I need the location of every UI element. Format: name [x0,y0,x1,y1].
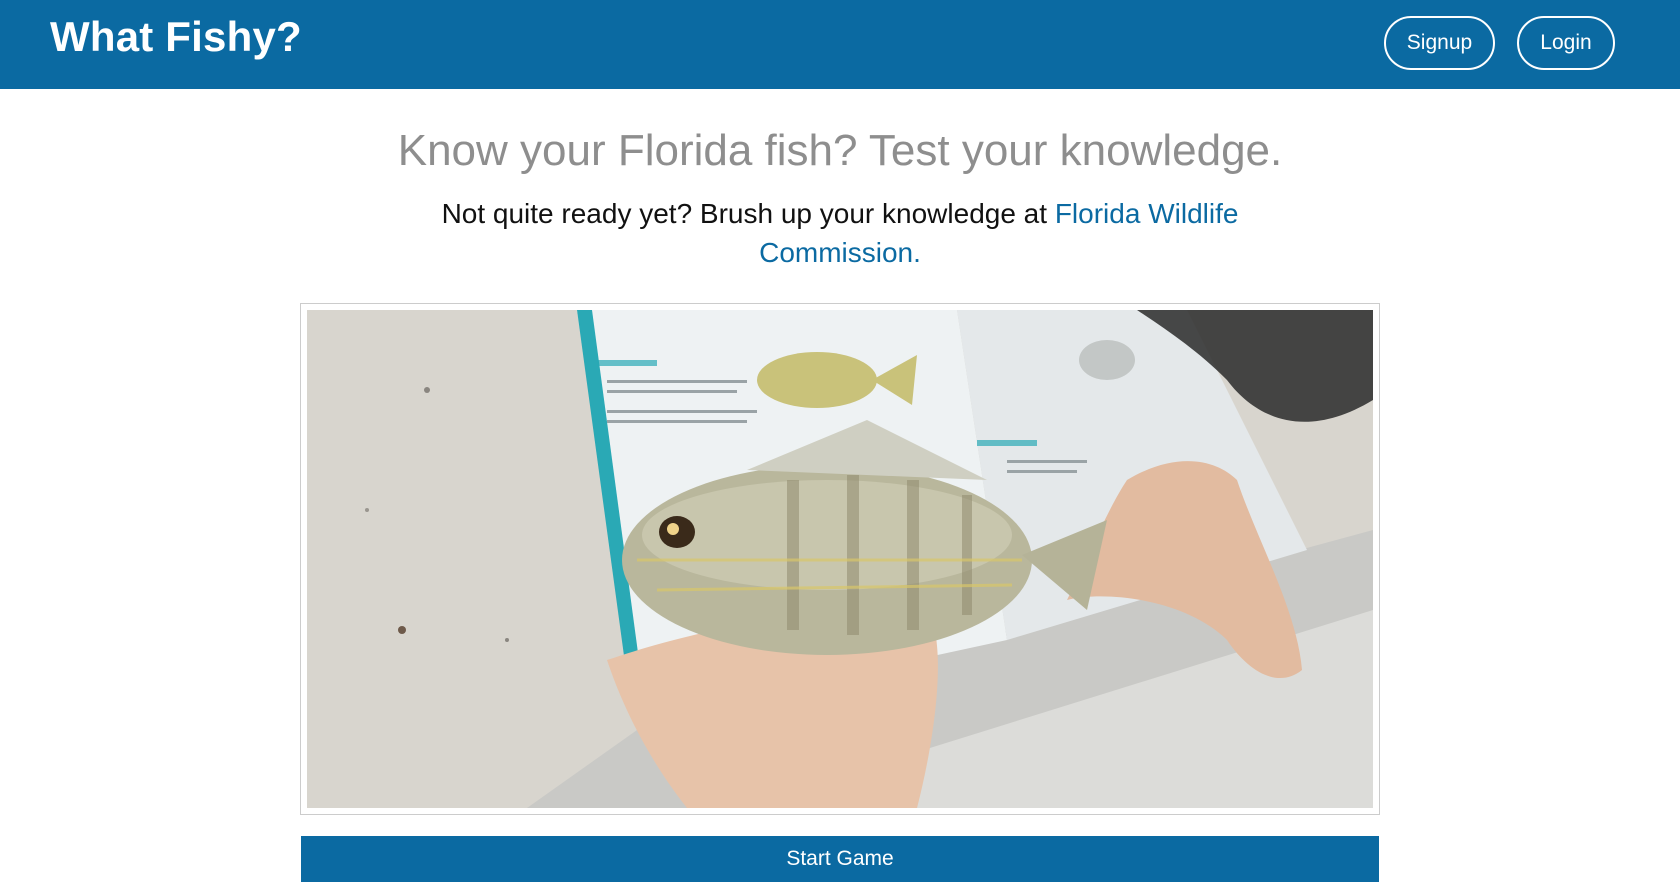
login-button[interactable]: Login [1517,16,1615,70]
intro-text-prefix: Not quite ready yet? Brush up your knowl… [441,198,1055,229]
page-headline: Know your Florida fish? Test your knowle… [397,126,1283,175]
top-navbar: What Fishy? Signup Login [0,0,1680,89]
fish-photo-frame [300,303,1380,815]
intro-text: Not quite ready yet? Brush up your knowl… [420,194,1260,272]
signup-button[interactable]: Signup [1384,16,1495,70]
start-game-button[interactable]: Start Game [301,836,1379,882]
brand-title[interactable]: What Fishy? [50,13,302,61]
fish-photo [307,310,1373,808]
